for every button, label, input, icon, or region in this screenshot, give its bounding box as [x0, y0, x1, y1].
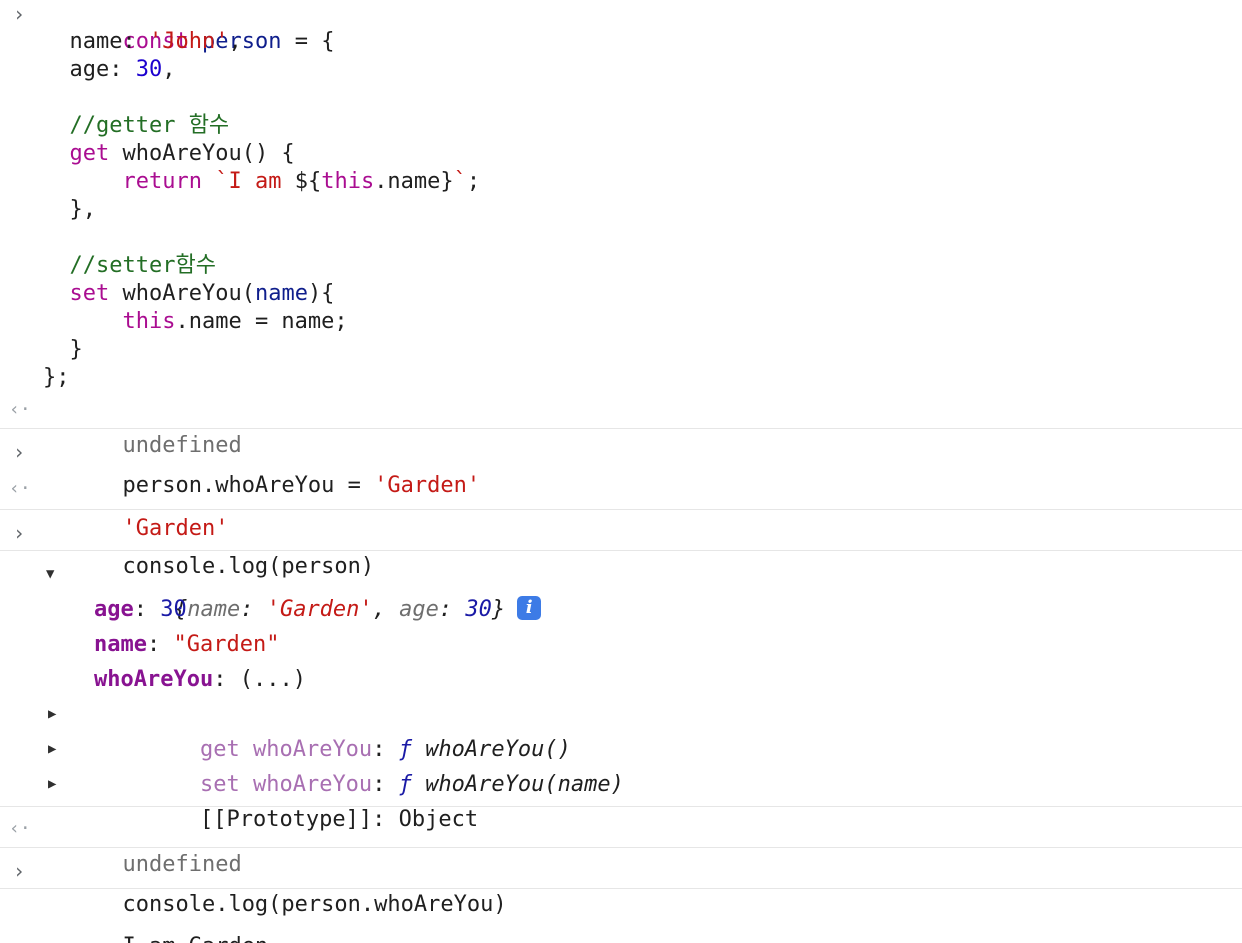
log-output-line[interactable]: I am Garden	[0, 893, 1242, 943]
code-line[interactable]: get whoAreYou() {	[0, 140, 1242, 168]
code-line[interactable]: name: 'John',	[0, 28, 1242, 56]
object-preview[interactable]: ▼ {name: 'Garden', age: 30} i	[46, 557, 1242, 622]
input-line[interactable]: › person.whoAreYou = 'Garden'	[0, 435, 1242, 498]
input-line[interactable]: › console.log(person.whoAreYou)	[0, 854, 1242, 917]
triangle-right-icon[interactable]: ▶	[48, 767, 62, 802]
input-chevron-icon: ›	[12, 859, 26, 883]
result-line[interactable]: ‹· undefined	[0, 811, 1242, 877]
result-arrow-icon: ‹·	[9, 478, 31, 499]
result-line[interactable]: ‹· 'Garden'	[0, 469, 1242, 541]
getter-whoareyou[interactable]: ▶ get whoAreYou: ƒ whoAreYou()	[48, 697, 1242, 762]
triangle-down-icon[interactable]: ▼	[46, 557, 60, 592]
console-entry-log-getter: › console.log(person.whoAreYou)	[0, 848, 1242, 917]
input-chevron-icon: ›	[12, 2, 26, 26]
property-age[interactable]: age: 30	[68, 592, 1242, 627]
result-line[interactable]: ‹· undefined	[0, 392, 1242, 458]
code-line[interactable]: return `I am ${this.name}`;	[0, 168, 1242, 196]
result-arrow-icon: ‹·	[9, 399, 31, 420]
input-chevron-icon: ›	[12, 440, 26, 464]
code-comment[interactable]: //getter 함수	[0, 112, 1242, 140]
code-line[interactable]: › const person = {	[0, 0, 1242, 54]
code-line[interactable]: age: 30,	[0, 56, 1242, 84]
result-arrow-icon: ‹·	[9, 818, 31, 839]
property-whoareyou[interactable]: whoAreYou: (...)	[68, 662, 1242, 697]
console-log-output-getter: I am Garden	[0, 889, 1242, 943]
log-output-text: I am Garden	[122, 934, 268, 943]
code-line[interactable]: },	[0, 196, 1242, 224]
setter-whoareyou[interactable]: ▶ set whoAreYou: ƒ whoAreYou(name)	[48, 732, 1242, 797]
code-line[interactable]: };	[0, 364, 1242, 392]
input-chevron-icon: ›	[12, 521, 26, 545]
code-line[interactable]: set whoAreYou(name){	[0, 280, 1242, 308]
code-line[interactable]: }	[0, 336, 1242, 364]
prototype-row[interactable]: ▶ [[Prototype]]: Object	[48, 767, 1242, 832]
input-line[interactable]: › console.log(person)	[0, 516, 1242, 579]
triangle-right-icon[interactable]: ▶	[48, 697, 62, 732]
console-entry-log-result: ‹· undefined	[0, 807, 1242, 877]
devtools-console: › const person = { name: 'John', age: 30,…	[0, 0, 1242, 943]
code-line[interactable]	[0, 84, 1242, 112]
code-line[interactable]	[0, 224, 1242, 252]
triangle-right-icon[interactable]: ▶	[48, 732, 62, 767]
code-line[interactable]: this.name = name;	[0, 308, 1242, 336]
console-entry-log-person: › console.log(person)	[0, 510, 1242, 579]
console-log-output: ▼ {name: 'Garden', age: 30} i age: 30 name…	[0, 551, 1242, 832]
console-entry-person-definition: › const person = { name: 'John', age: 30,…	[0, 0, 1242, 458]
property-name[interactable]: name: "Garden"	[68, 627, 1242, 662]
code-comment[interactable]: //setter함수	[0, 252, 1242, 280]
console-entry-assignment: › person.whoAreYou = 'Garden' ‹· 'Garden'	[0, 429, 1242, 541]
object-tree: ▼ {name: 'Garden', age: 30} i age: 30 name…	[0, 557, 1242, 832]
